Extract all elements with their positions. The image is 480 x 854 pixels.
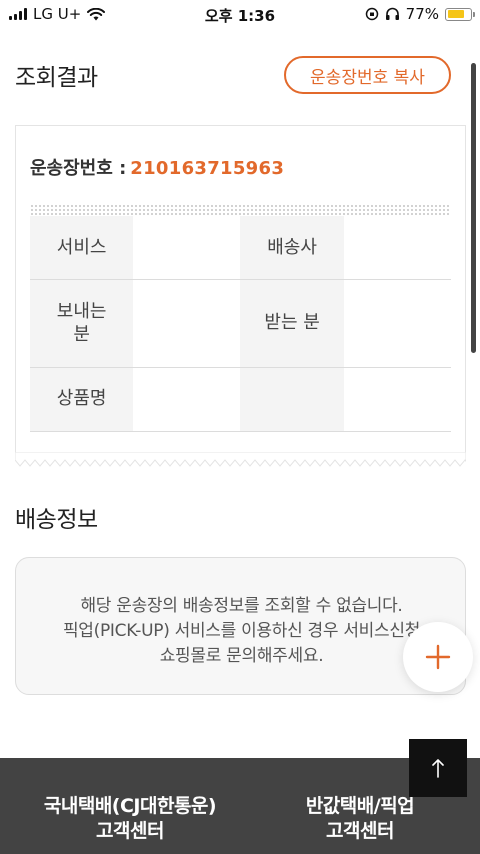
plus-icon [425, 644, 451, 670]
battery-icon [445, 7, 475, 21]
label-carrier: 배송사 [240, 216, 344, 280]
result-title: 조회결과 [15, 65, 98, 91]
footer-item-line2: 고객센터 [96, 819, 164, 842]
value-receiver [343, 279, 451, 368]
value-product [133, 367, 241, 432]
battery-percent: 77% [405, 5, 439, 23]
footer: 국내택배(CJ대한통운) 고객센터 반값택배/픽업 고객센터 [0, 758, 480, 854]
table-row: 상품명 [30, 367, 451, 432]
result-card: 운송장번호 : 210163715963 서비스 배송사 보내는 분 받는 분 … [15, 125, 466, 460]
label-service: 서비스 [30, 216, 134, 280]
dotted-divider [30, 204, 451, 216]
notice-line-3: 쇼핑몰로 문의해주세요. [159, 646, 324, 666]
headphones-icon [385, 7, 399, 20]
status-right: 77% [365, 5, 475, 23]
label-sender: 보내는 분 [30, 279, 134, 368]
orientation-lock-icon [365, 7, 378, 21]
arrow-up-icon [432, 759, 444, 778]
value-empty [343, 367, 451, 432]
label-empty [240, 367, 344, 432]
delivery-title: 배송정보 [15, 507, 98, 533]
add-button[interactable] [403, 622, 473, 692]
footer-pickup-customer-center[interactable]: 반값택배/픽업 고객센터 [260, 794, 460, 843]
value-service [133, 216, 241, 280]
scrollbar[interactable] [471, 63, 476, 353]
copy-tracking-number-button[interactable]: 운송장번호 복사 [284, 56, 451, 94]
receipt-edge [15, 452, 466, 467]
tracking-number: 210163715963 [130, 158, 285, 179]
shipment-info-table: 서비스 배송사 보내는 분 받는 분 상품명 [30, 216, 451, 432]
footer-item-line2: 고객센터 [326, 819, 394, 842]
notice-line-1: 해당 운송장의 배송정보를 조회할 수 없습니다. [80, 596, 403, 616]
delivery-notice-box: 해당 운송장의 배송정보를 조회할 수 없습니다. 픽업(PICK-UP) 서비… [15, 557, 466, 695]
label-receiver: 받는 분 [240, 279, 344, 368]
value-carrier [343, 216, 451, 280]
table-row: 보내는 분 받는 분 [30, 279, 451, 368]
status-bar: LG U+ 오후 1:36 77% [0, 0, 480, 28]
tracking-label: 운송장번호 : [30, 158, 127, 179]
label-product: 상품명 [30, 367, 134, 432]
footer-item-line1: 국내택배(CJ대한통운) [43, 795, 217, 817]
notice-line-2: 픽업(PICK-UP) 서비스를 이용하신 경우 서비스신청 [62, 621, 421, 641]
footer-cj-customer-center[interactable]: 국내택배(CJ대한통운) 고객센터 [20, 794, 240, 843]
tracking-number-row: 운송장번호 : 210163715963 [30, 154, 284, 180]
scroll-to-top-button[interactable] [409, 739, 467, 797]
table-row: 서비스 배송사 [30, 216, 451, 280]
value-sender [133, 279, 241, 368]
footer-item-line1: 반값택배/픽업 [305, 795, 415, 817]
